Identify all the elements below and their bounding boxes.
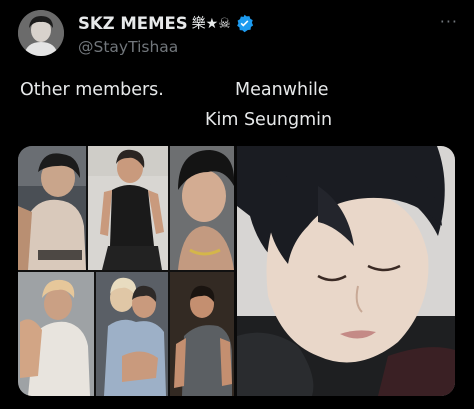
sleeping-photo: [237, 146, 455, 396]
avatar-photo: [18, 10, 64, 56]
tweet-card: SKZ MEMES 樂★☠ @StayTishaa ··· Other memb…: [0, 0, 474, 409]
tweet-text-line-3: Kim Seungmin: [205, 110, 333, 130]
collage-panel-6: [170, 272, 234, 396]
collage-panel-3: [170, 146, 235, 270]
collage-panel-5: [96, 272, 168, 396]
avatar[interactable]: [18, 10, 64, 56]
name-emoji: 樂★☠: [191, 16, 231, 32]
tweet-text-line-1: Other members.: [20, 80, 164, 100]
collage-panel-2: [88, 146, 168, 270]
collage-panel-1: [18, 146, 86, 270]
verified-badge-icon: [235, 14, 254, 33]
more-options-icon[interactable]: ···: [440, 12, 458, 31]
collage-panel-4: [18, 272, 94, 396]
author-name-row[interactable]: SKZ MEMES 樂★☠: [78, 13, 254, 33]
user-handle[interactable]: @StayTishaa: [78, 38, 178, 56]
tweet-text-line-2: Meanwhile: [235, 80, 329, 100]
media-image: [18, 146, 455, 396]
display-name[interactable]: SKZ MEMES: [78, 14, 188, 33]
tweet-media[interactable]: [18, 146, 455, 396]
